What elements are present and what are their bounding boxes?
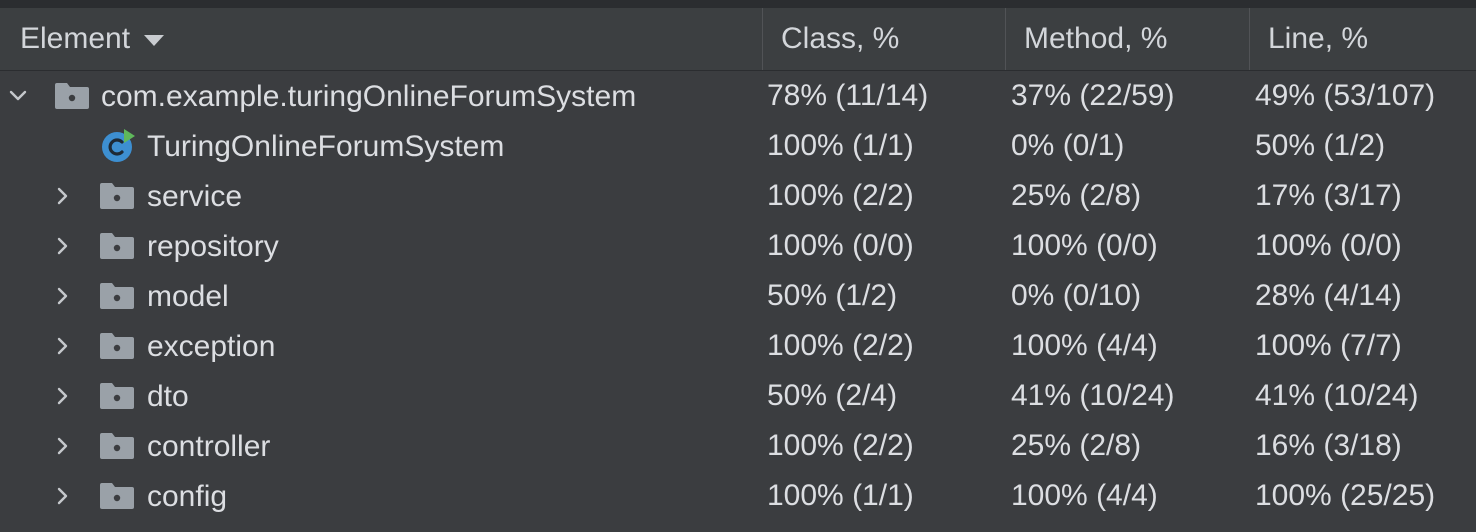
folder-package-icon: [100, 483, 134, 509]
cell-element: model: [0, 271, 767, 321]
package-name: exception: [147, 330, 276, 363]
folder-package-icon: [100, 333, 134, 359]
column-header-class[interactable]: Class, %: [763, 8, 1006, 70]
cell-method-coverage: 37% (22/59): [1011, 79, 1175, 112]
table-row[interactable]: TuringOnlineForumSystem 100% (1/1) 0% (0/1…: [0, 121, 1476, 171]
chevron-right-icon[interactable]: [53, 436, 73, 456]
chevron-down-icon[interactable]: [8, 86, 28, 106]
cell-class-coverage: 50% (2/4): [767, 379, 898, 412]
package-name: config: [147, 480, 228, 513]
cell-line-coverage: 49% (53/107): [1255, 79, 1436, 112]
cell-class-coverage: 100% (2/2): [767, 329, 914, 362]
package-name: dto: [147, 380, 189, 413]
column-header-class-label: Class, %: [781, 22, 900, 55]
folder-package-icon: [55, 83, 89, 109]
coverage-tree-table: com.example.turingOnlineForumSystem 78% (…: [0, 71, 1476, 521]
cell-element: TuringOnlineForumSystem: [0, 121, 767, 171]
column-header-element-label: Element: [20, 22, 131, 55]
cell-method-coverage: 25% (2/8): [1011, 429, 1142, 462]
cell-class-coverage: 100% (2/2): [767, 179, 914, 212]
folder-package-icon: [100, 383, 134, 409]
chevron-right-icon[interactable]: [53, 386, 73, 406]
cell-element: dto: [0, 371, 767, 421]
table-row[interactable]: model 50% (1/2) 0% (0/10) 28% (4/14): [0, 271, 1476, 321]
chevron-right-icon[interactable]: [53, 286, 73, 306]
cell-class-coverage: 100% (0/0): [767, 229, 914, 262]
cell-method-coverage: 0% (0/1): [1011, 129, 1125, 162]
cell-method-coverage: 0% (0/10): [1011, 279, 1142, 312]
table-row[interactable]: controller 100% (2/2) 25% (2/8) 16% (3/18): [0, 421, 1476, 471]
package-name: service: [147, 180, 243, 213]
cell-line-coverage: 100% (7/7): [1255, 329, 1402, 362]
column-header-line[interactable]: Line, %: [1250, 8, 1476, 70]
column-header-line-label: Line, %: [1268, 22, 1369, 55]
cell-class-coverage: 100% (1/1): [767, 129, 914, 162]
package-name: repository: [147, 230, 279, 263]
cell-line-coverage: 100% (25/25): [1255, 479, 1436, 512]
cell-line-coverage: 100% (0/0): [1255, 229, 1402, 262]
cell-element: repository: [0, 221, 767, 271]
folder-package-icon: [100, 183, 134, 209]
cell-method-coverage: 100% (0/0): [1011, 229, 1158, 262]
package-name: com.example.turingOnlineForumSystem: [101, 80, 637, 113]
chevron-right-icon[interactable]: [53, 486, 73, 506]
column-header-method-label: Method, %: [1024, 22, 1168, 55]
table-row[interactable]: config 100% (1/1) 100% (4/4) 100% (25/25): [0, 471, 1476, 521]
table-row[interactable]: repository 100% (0/0) 100% (0/0) 100% (0/0): [0, 221, 1476, 271]
cell-class-coverage: 100% (1/1): [767, 479, 914, 512]
cell-line-coverage: 16% (3/18): [1255, 429, 1402, 462]
table-header: Element Class, % Method, % Line, %: [0, 8, 1476, 71]
package-name: controller: [147, 430, 271, 463]
cell-element: controller: [0, 421, 767, 471]
top-toolbar-strip: [0, 0, 1476, 8]
cell-method-coverage: 25% (2/8): [1011, 179, 1142, 212]
cell-method-coverage: 41% (10/24): [1011, 379, 1175, 412]
coverage-panel: Element Class, % Method, % Line, % com.e…: [0, 0, 1476, 532]
cell-method-coverage: 100% (4/4): [1011, 479, 1158, 512]
cell-line-coverage: 17% (3/17): [1255, 179, 1402, 212]
cell-class-coverage: 50% (1/2): [767, 279, 898, 312]
class-name: TuringOnlineForumSystem: [147, 130, 505, 163]
cell-element: exception: [0, 321, 767, 371]
table-row[interactable]: service 100% (2/2) 25% (2/8) 17% (3/17): [0, 171, 1476, 221]
column-header-element[interactable]: Element: [0, 8, 763, 70]
table-row[interactable]: dto 50% (2/4) 41% (10/24) 41% (10/24): [0, 371, 1476, 421]
cell-line-coverage: 41% (10/24): [1255, 379, 1419, 412]
cell-element: com.example.turingOnlineForumSystem: [0, 71, 767, 121]
folder-package-icon: [100, 233, 134, 259]
cell-line-coverage: 50% (1/2): [1255, 129, 1386, 162]
package-name: model: [147, 280, 229, 313]
chevron-right-icon[interactable]: [53, 236, 73, 256]
column-header-method[interactable]: Method, %: [1006, 8, 1250, 70]
cell-line-coverage: 28% (4/14): [1255, 279, 1402, 312]
sort-descending-icon[interactable]: [144, 34, 165, 46]
folder-package-icon: [100, 433, 134, 459]
cell-class-coverage: 78% (11/14): [767, 79, 929, 112]
table-row[interactable]: com.example.turingOnlineForumSystem 78% (…: [0, 71, 1476, 121]
spring-boot-class-icon: [102, 129, 135, 162]
chevron-right-icon[interactable]: [53, 186, 73, 206]
chevron-right-icon[interactable]: [53, 336, 73, 356]
cell-element: service: [0, 171, 767, 221]
cell-element: config: [0, 471, 767, 521]
table-row[interactable]: exception 100% (2/2) 100% (4/4) 100% (7/7): [0, 321, 1476, 371]
cell-class-coverage: 100% (2/2): [767, 429, 914, 462]
folder-package-icon: [100, 283, 134, 309]
cell-method-coverage: 100% (4/4): [1011, 329, 1158, 362]
